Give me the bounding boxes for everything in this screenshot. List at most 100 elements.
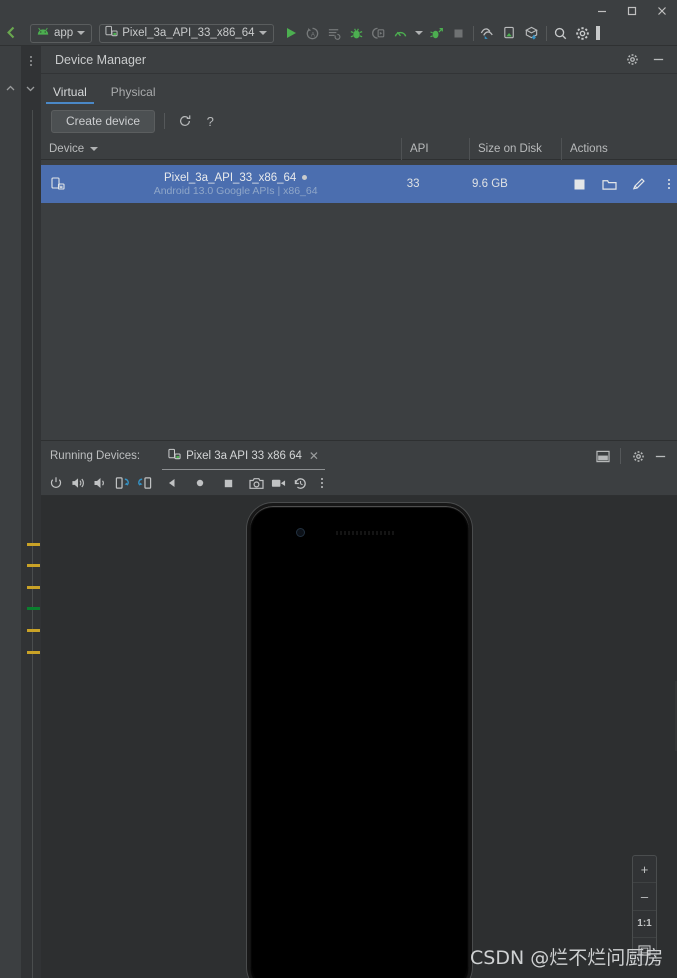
running-devices-settings[interactable] bbox=[627, 445, 649, 467]
running-devices-hide[interactable] bbox=[649, 445, 671, 467]
column-header-actions[interactable]: Actions bbox=[561, 137, 677, 160]
emulator-device-frame[interactable] bbox=[247, 503, 472, 978]
refresh-icon[interactable] bbox=[174, 110, 196, 132]
window-minimize-button[interactable] bbox=[587, 0, 617, 21]
debug-button[interactable] bbox=[346, 21, 368, 46]
device-table-body: Pixel_3a_API_33_x86_64 Android 13.0 Goog… bbox=[41, 160, 677, 440]
ide-window: app Pixel_3a_API_33_x86_64 A Device Mana… bbox=[0, 0, 677, 978]
column-header-api-label: API bbox=[410, 142, 429, 155]
history-icon[interactable] bbox=[289, 472, 311, 494]
main-toolbar: app Pixel_3a_API_33_x86_64 A bbox=[0, 21, 677, 46]
running-devices-bar: Running Devices: Pixel 3a API 33 x86 64 … bbox=[41, 440, 677, 471]
video-icon[interactable] bbox=[267, 472, 289, 494]
gutter-nav-controls bbox=[0, 78, 41, 102]
create-device-button[interactable]: Create device bbox=[51, 109, 155, 133]
gutter-change-mark[interactable] bbox=[27, 629, 40, 632]
android-back-icon[interactable] bbox=[161, 472, 183, 494]
column-header-actions-label: Actions bbox=[570, 142, 608, 155]
settings-button[interactable] bbox=[572, 21, 594, 46]
device-selector[interactable]: Pixel_3a_API_33_x86_64 bbox=[99, 23, 274, 43]
gutter-change-mark[interactable] bbox=[27, 564, 40, 567]
watermark: CSDN @烂不烂问厨房 bbox=[470, 947, 664, 969]
sdk-manager-button[interactable] bbox=[521, 21, 543, 46]
chevron-down-icon[interactable] bbox=[25, 81, 36, 99]
gutter-change-mark[interactable] bbox=[27, 607, 40, 610]
rotate-left-icon[interactable] bbox=[111, 472, 133, 494]
column-header-device-label: Device bbox=[49, 142, 85, 155]
device-icon bbox=[168, 448, 181, 464]
device-name-cell: Pixel_3a_API_33_x86_64 Android 13.0 Goog… bbox=[75, 165, 397, 203]
gutter-change-mark[interactable] bbox=[27, 586, 40, 589]
volume-up-icon[interactable] bbox=[67, 472, 89, 494]
apply-code-changes-button[interactable] bbox=[324, 21, 346, 46]
device-name-text: Pixel_3a_API_33_x86_64 bbox=[163, 171, 297, 184]
editor-gutter bbox=[21, 46, 41, 978]
left-tool-stripe bbox=[0, 46, 21, 978]
attach-debugger-button[interactable] bbox=[368, 21, 390, 46]
camera-icon[interactable] bbox=[245, 472, 267, 494]
android-home-icon[interactable] bbox=[189, 472, 211, 494]
edit-device-action[interactable] bbox=[631, 176, 647, 192]
sync-gradle-button[interactable] bbox=[477, 21, 499, 46]
column-header-size[interactable]: Size on Disk bbox=[469, 137, 561, 160]
device-manager-settings[interactable] bbox=[619, 47, 645, 73]
column-header-size-label: Size on Disk bbox=[478, 142, 542, 155]
rotate-right-icon[interactable] bbox=[133, 472, 155, 494]
profile-button[interactable] bbox=[390, 21, 412, 46]
toolbar-overflow[interactable] bbox=[594, 21, 604, 46]
show-on-disk-action[interactable] bbox=[601, 176, 617, 192]
window-close-button[interactable] bbox=[647, 0, 677, 21]
running-device-tab[interactable]: Pixel 3a API 33 x86 64 ✕ bbox=[162, 441, 325, 472]
column-header-device[interactable]: Device bbox=[41, 138, 401, 160]
volume-down-icon[interactable] bbox=[89, 472, 111, 494]
search-everywhere-button[interactable] bbox=[550, 21, 572, 46]
running-devices-label: Running Devices: bbox=[50, 450, 141, 462]
run-with-coverage-button[interactable] bbox=[426, 21, 448, 46]
profile-dropdown[interactable] bbox=[412, 21, 426, 46]
device-manager-tabs: Virtual Physical bbox=[41, 74, 677, 104]
tab-physical[interactable]: Physical bbox=[99, 86, 168, 104]
emulator-screen[interactable] bbox=[252, 508, 467, 978]
running-device-tab-label: Pixel 3a API 33 x86 64 bbox=[186, 450, 302, 462]
split-window-button[interactable] bbox=[592, 445, 614, 467]
device-manager-titlebar: Device Manager bbox=[41, 46, 677, 74]
device-menu-action[interactable] bbox=[661, 176, 677, 192]
create-device-label: Create device bbox=[65, 114, 141, 128]
device-size-cell: 9.6 GB bbox=[472, 178, 508, 190]
close-icon[interactable]: ✕ bbox=[309, 449, 319, 463]
front-camera-icon bbox=[296, 528, 305, 537]
earpiece-speaker bbox=[336, 531, 396, 535]
stop-device-action[interactable] bbox=[571, 176, 587, 192]
sort-descending-icon bbox=[90, 146, 99, 151]
column-header-api[interactable]: API bbox=[401, 137, 469, 160]
device-manager-options-icon[interactable] bbox=[24, 52, 38, 70]
power-icon[interactable] bbox=[45, 472, 67, 494]
device-selector-label: Pixel_3a_API_33_x86_64 bbox=[122, 27, 255, 39]
stop-button[interactable] bbox=[448, 21, 470, 46]
table-row[interactable]: Pixel_3a_API_33_x86_64 Android 13.0 Goog… bbox=[41, 165, 677, 203]
device-manager-actionbar: Create device ? bbox=[41, 104, 677, 138]
running-devices-divider bbox=[620, 448, 621, 464]
device-manager-hide[interactable] bbox=[645, 47, 671, 73]
navigate-back-icon[interactable] bbox=[0, 21, 28, 46]
gutter-change-mark[interactable] bbox=[27, 651, 40, 654]
apply-changes-button[interactable]: A bbox=[302, 21, 324, 46]
help-icon[interactable]: ? bbox=[200, 110, 222, 132]
window-maximize-button[interactable] bbox=[617, 0, 647, 21]
tab-virtual[interactable]: Virtual bbox=[41, 86, 99, 104]
avd-manager-button[interactable] bbox=[499, 21, 521, 46]
android-icon bbox=[36, 26, 50, 41]
zoom-in-button[interactable]: + bbox=[633, 856, 656, 884]
module-selector[interactable]: app bbox=[30, 23, 93, 43]
chevron-up-icon[interactable] bbox=[5, 81, 16, 99]
module-selector-label: app bbox=[54, 27, 74, 39]
chevron-down-icon bbox=[258, 31, 267, 35]
zoom-actual-button[interactable]: 1:1 bbox=[633, 911, 656, 938]
kebab-menu-icon[interactable] bbox=[311, 472, 333, 494]
android-overview-icon[interactable] bbox=[217, 472, 239, 494]
zoom-out-button[interactable]: – bbox=[633, 883, 656, 911]
device-table-header: Device API Size on Disk Actions bbox=[41, 137, 677, 160]
run-button[interactable] bbox=[280, 21, 302, 46]
emulator-display[interactable]: + – 1:1 bbox=[41, 496, 677, 978]
gutter-change-mark[interactable] bbox=[27, 543, 40, 546]
